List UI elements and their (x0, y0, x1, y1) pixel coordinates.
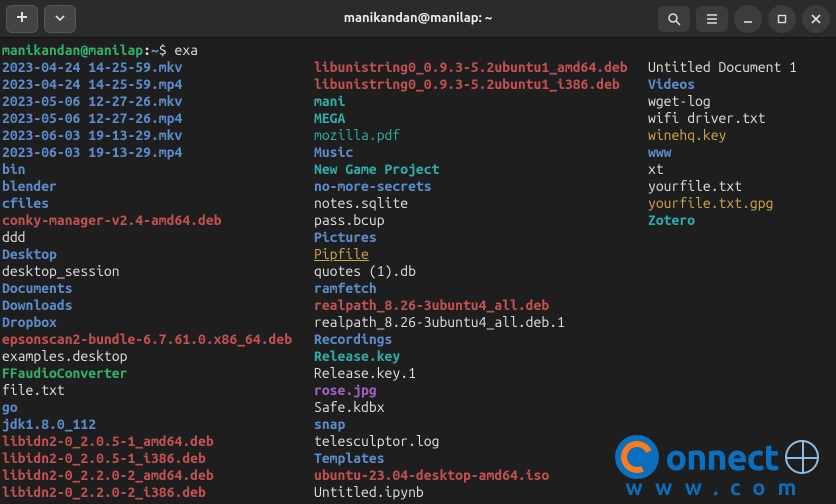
listing-entry: libunistring0_0.9.3-5.2ubuntu1_i386.deb (314, 76, 648, 93)
maximize-icon (776, 13, 788, 25)
listing-columns: 2023-04-24 14-25-59.mkv2023-04-24 14-25-… (2, 59, 834, 501)
listing-entry: mozilla.pdf (314, 127, 648, 144)
listing-entry: Dropbox (2, 314, 314, 331)
listing-entry: Documents (2, 280, 314, 297)
listing-entry: 2023-06-03 19-13-29.mkv (2, 127, 314, 144)
maximize-button[interactable] (768, 5, 796, 33)
listing-entry: bin (2, 161, 314, 178)
listing-entry: rose.jpg (314, 382, 648, 399)
hamburger-icon (705, 12, 719, 26)
listing-entry: 2023-04-24 14-25-59.mp4 (2, 76, 314, 93)
listing-entry: Pictures (314, 229, 648, 246)
prompt-path: ~ (151, 42, 159, 58)
tab-menu-button[interactable] (44, 5, 76, 33)
listing-entry: desktop_session (2, 263, 314, 280)
prompt-command: exa (175, 42, 199, 58)
listing-entry: no-more-secrets (314, 178, 648, 195)
listing-entry: Release.key (314, 348, 648, 365)
listing-entry: go (2, 399, 314, 416)
listing-entry: Templates (314, 450, 648, 467)
listing-entry: file.txt (2, 382, 314, 399)
listing-entry: Safe.kdbx (314, 399, 648, 416)
new-tab-button[interactable] (6, 5, 38, 33)
listing-entry: epsonscan2-bundle-6.7.61.0.x86_64.deb (2, 331, 314, 348)
search-button[interactable] (658, 6, 690, 32)
listing-entry: www (648, 144, 834, 161)
listing-entry: quotes (1).db (314, 263, 648, 280)
listing-entry: Zotero (648, 212, 834, 229)
listing-entry: snap (314, 416, 648, 433)
prompt-user-host: manikandan@manilap (2, 42, 143, 58)
listing-entry: telesculptor.log (314, 433, 648, 450)
listing-entry: FFaudioConverter (2, 365, 314, 382)
listing-entry: winehq.key (648, 127, 834, 144)
listing-entry: jdk1.8.0_112 (2, 416, 314, 433)
listing-entry: conky-manager-v2.4-amd64.deb (2, 212, 314, 229)
minimize-icon (742, 13, 754, 25)
listing-entry: Pipfile (314, 246, 648, 263)
listing-entry: 2023-04-24 14-25-59.mkv (2, 59, 314, 76)
listing-entry: Release.key.1 (314, 365, 648, 382)
terminal-viewport[interactable]: manikandan@manilap:~$ exa 2023-04-24 14-… (0, 38, 836, 501)
listing-entry: Desktop (2, 246, 314, 263)
listing-entry: New Game Project (314, 161, 648, 178)
listing-entry: xt (648, 161, 834, 178)
prompt-dollar: $ (159, 42, 175, 58)
plus-icon (16, 10, 28, 27)
listing-entry: Music (314, 144, 648, 161)
listing-entry: libidn2-0_2.0.5-1_i386.deb (2, 450, 314, 467)
listing-entry: 2023-06-03 19-13-29.mp4 (2, 144, 314, 161)
listing-entry: libidn2-0_2.2.0-2_i386.deb (2, 484, 314, 501)
minimize-button[interactable] (734, 5, 762, 33)
listing-col-1: 2023-04-24 14-25-59.mkv2023-04-24 14-25-… (2, 59, 314, 501)
listing-entry: libidn2-0_2.2.0-2_amd64.deb (2, 467, 314, 484)
listing-entry: ddd (2, 229, 314, 246)
listing-entry: notes.sqlite (314, 195, 648, 212)
search-icon (667, 12, 681, 26)
listing-entry: mani (314, 93, 648, 110)
listing-entry: Videos (648, 76, 834, 93)
listing-entry: 2023-05-06 12-27-26.mp4 (2, 110, 314, 127)
listing-entry: ubuntu-23.04-desktop-amd64.iso (314, 467, 648, 484)
listing-entry: MEGA (314, 110, 648, 127)
listing-entry: libunistring0_0.9.3-5.2ubuntu1_amd64.deb (314, 59, 648, 76)
close-icon (810, 13, 822, 25)
listing-entry: ramfetch (314, 280, 648, 297)
listing-entry: 2023-05-06 12-27-26.mkv (2, 93, 314, 110)
prompt-line: manikandan@manilap:~$ exa (2, 42, 834, 59)
listing-entry: libidn2-0_2.0.5-1_amd64.deb (2, 433, 314, 450)
close-button[interactable] (802, 5, 830, 33)
window-titlebar: manikandan@manilap: ~ (0, 0, 836, 38)
listing-entry: blender (2, 178, 314, 195)
listing-entry: wget-log (648, 93, 834, 110)
listing-entry: yourfile.txt (648, 178, 834, 195)
listing-entry: Untitled.ipynb (314, 484, 648, 501)
listing-col-2: libunistring0_0.9.3-5.2ubuntu1_amd64.deb… (314, 59, 648, 501)
listing-entry: Recordings (314, 331, 648, 348)
listing-entry: examples.desktop (2, 348, 314, 365)
listing-entry: Downloads (2, 297, 314, 314)
listing-col-3: Untitled Document 1Videoswget-logwifi dr… (648, 59, 834, 229)
listing-entry: realpath_8.26-3ubuntu4_all.deb (314, 297, 648, 314)
prompt-colon: : (143, 42, 151, 58)
listing-entry: Untitled Document 1 (648, 59, 834, 76)
listing-entry: wifi driver.txt (648, 110, 834, 127)
chevron-down-icon (55, 10, 65, 27)
hamburger-menu-button[interactable] (696, 6, 728, 32)
listing-entry: realpath_8.26-3ubuntu4_all.deb.1 (314, 314, 648, 331)
listing-entry: pass.bcup (314, 212, 648, 229)
listing-entry: cfiles (2, 195, 314, 212)
listing-entry: yourfile.txt.gpg (648, 195, 834, 212)
